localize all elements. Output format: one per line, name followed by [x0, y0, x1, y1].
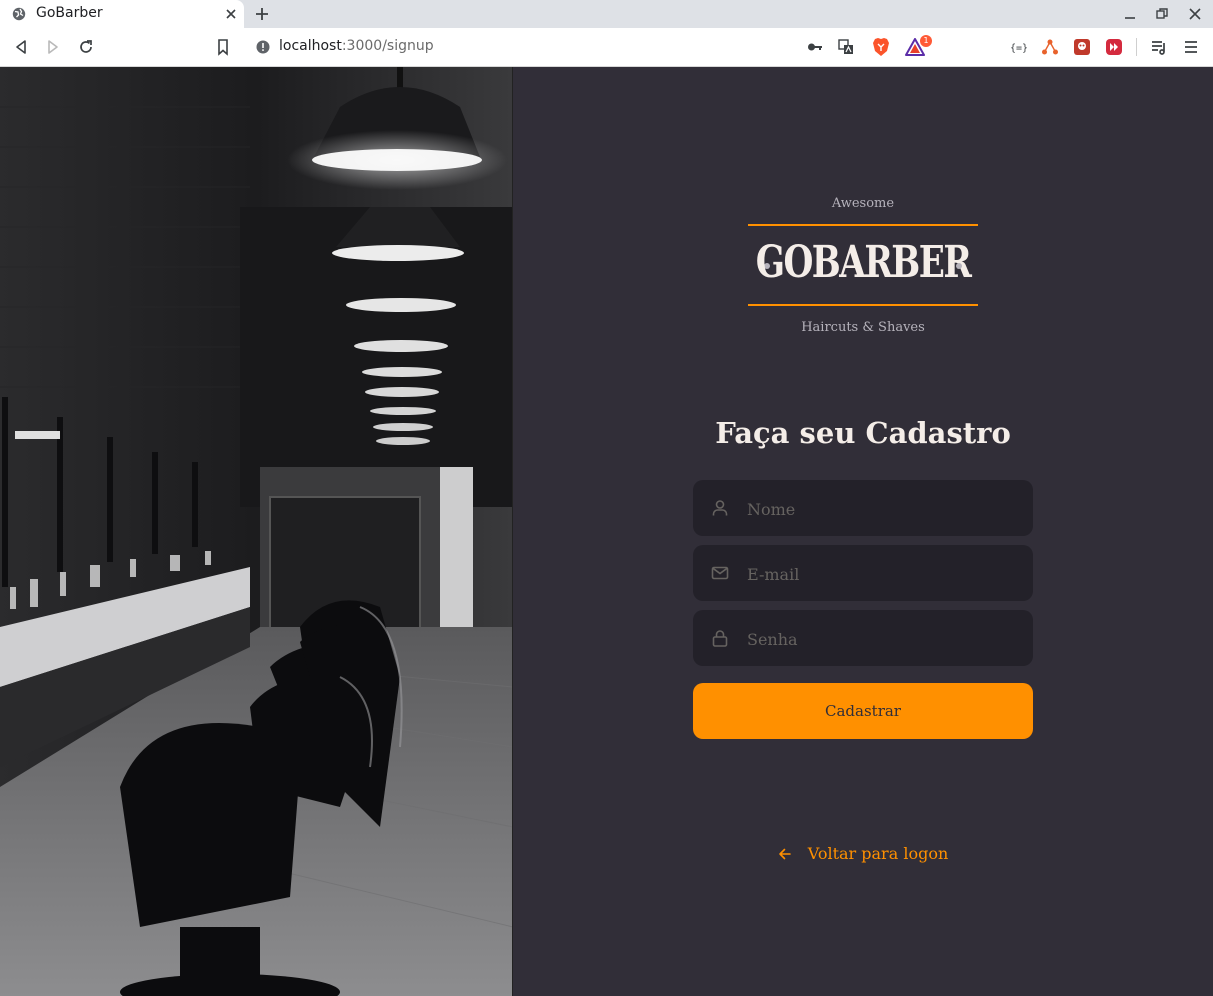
- logo-wordmark: GOBARBER: [755, 237, 972, 288]
- password-field[interactable]: [693, 610, 1033, 668]
- back-link-label: Voltar para logon: [807, 844, 949, 863]
- logo-tagline-bottom: Haircuts & Shaves: [801, 320, 925, 335]
- brave-shields-icon[interactable]: [872, 37, 890, 57]
- signup-panel: Awesome GOBARBER Haircuts & Shaves Faça …: [513, 67, 1213, 996]
- url-host: localhost: [279, 38, 342, 54]
- email-field[interactable]: [693, 545, 1033, 603]
- browser-tab[interactable]: GoBarber: [0, 0, 244, 28]
- name-field[interactable]: [693, 480, 1033, 538]
- reload-icon[interactable]: [77, 38, 95, 56]
- key-icon[interactable]: [807, 40, 823, 54]
- barbershop-photo-illustration: [0, 67, 513, 996]
- email-input[interactable]: [745, 545, 1019, 603]
- rewards-badge: 1: [920, 35, 932, 47]
- forward-icon[interactable]: [44, 38, 62, 56]
- network-extension-icon[interactable]: [1041, 38, 1059, 56]
- new-tab-icon[interactable]: [254, 6, 270, 22]
- page-title: Faça seu Cadastro: [715, 416, 1011, 450]
- browser-toolbar: localhost:3000/signup 1 {=}: [0, 28, 1213, 67]
- logo-bottom-line: [748, 304, 978, 306]
- mail-icon: [711, 566, 729, 580]
- password-input[interactable]: [745, 610, 1019, 668]
- name-input[interactable]: [745, 480, 1019, 538]
- url-path: :3000/signup: [341, 38, 434, 54]
- address-bar[interactable]: localhost:3000/signup 1: [245, 32, 933, 62]
- tab-title: GoBarber: [36, 5, 103, 21]
- arrow-left-icon: [778, 848, 791, 860]
- media-extension-icon[interactable]: [1105, 38, 1123, 56]
- bookmark-icon[interactable]: [214, 38, 232, 56]
- svg-text:{=}: {=}: [1010, 43, 1027, 54]
- reading-list-icon[interactable]: [1150, 38, 1168, 56]
- logo-tagline-top: Awesome: [831, 196, 895, 211]
- url-text: localhost:3000/signup: [279, 38, 434, 54]
- globe-icon: [12, 7, 26, 21]
- translate-icon[interactable]: [838, 39, 854, 55]
- octopus-extension-icon[interactable]: [1073, 38, 1091, 56]
- lock-icon: [712, 630, 728, 647]
- logo-top-line: [748, 224, 978, 226]
- user-icon: [712, 500, 728, 516]
- toolbar-separator: [1136, 38, 1137, 56]
- signup-page: Awesome GOBARBER Haircuts & Shaves Faça …: [0, 67, 1213, 996]
- close-tab-icon[interactable]: [224, 7, 238, 21]
- back-icon[interactable]: [12, 38, 30, 56]
- browser-tab-strip: GoBarber: [0, 0, 1213, 28]
- minimize-icon[interactable]: [1123, 7, 1137, 21]
- signup-button[interactable]: Cadastrar: [693, 683, 1033, 739]
- logo-right-dot: [956, 263, 962, 269]
- menu-icon[interactable]: [1182, 38, 1200, 56]
- back-to-logon-link[interactable]: Voltar para logon: [513, 844, 1213, 863]
- info-icon[interactable]: [256, 40, 270, 54]
- json-viewer-extension-icon[interactable]: {=}: [1009, 38, 1027, 56]
- barbershop-background-image: [0, 67, 513, 996]
- close-window-icon[interactable]: [1188, 7, 1202, 21]
- restore-icon[interactable]: [1155, 7, 1169, 21]
